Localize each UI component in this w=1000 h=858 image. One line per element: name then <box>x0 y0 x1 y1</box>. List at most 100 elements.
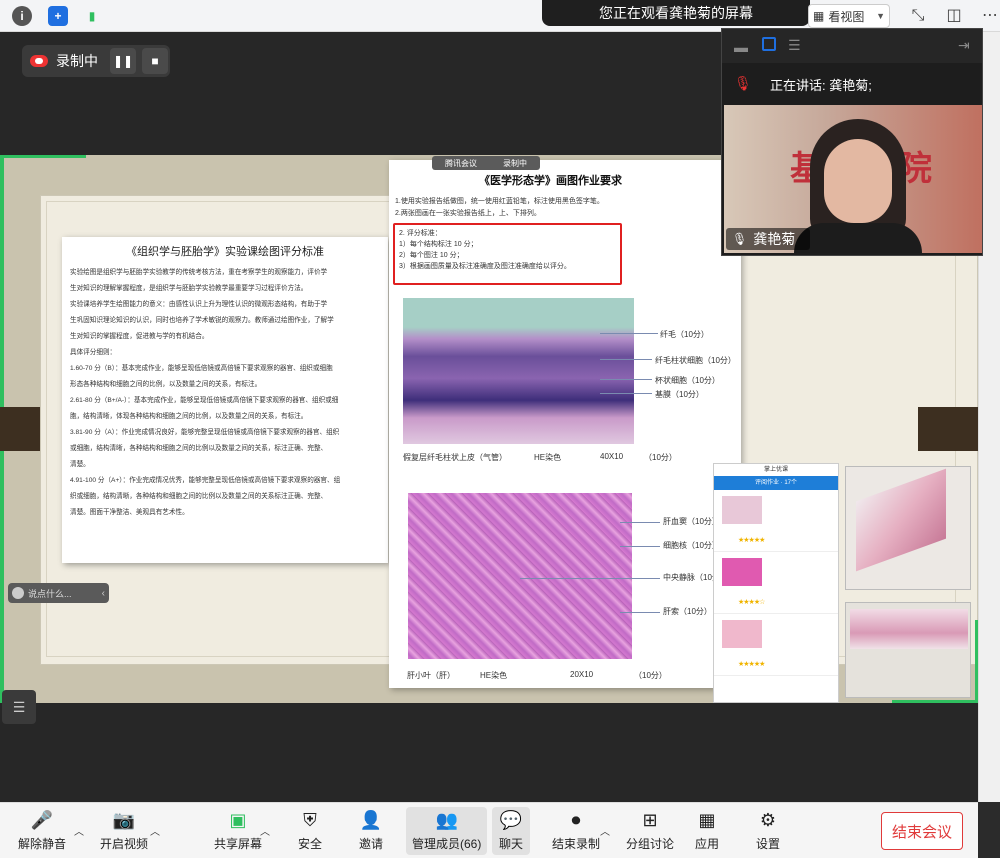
chat-input[interactable]: 说点什么... ‹ <box>8 583 109 603</box>
chevron-up-icon[interactable]: ︿ <box>260 823 270 838</box>
video-label: 开启视频 <box>100 837 149 851</box>
invite-button[interactable]: 👤 邀请 <box>358 807 384 855</box>
video-panel-toolbar: ▬ ☰ ⇥ <box>722 29 982 63</box>
shield-icon: ⛨ <box>303 809 317 830</box>
unmute-button[interactable]: 🎤 解除静音 <box>18 807 66 855</box>
leader-line <box>600 359 652 360</box>
members-icon: 👥 <box>435 809 458 830</box>
label-basement-membrane: 基膜（10分） <box>655 390 704 399</box>
add-user-icon: 👤 <box>359 809 383 830</box>
video-off-icon: 📷 <box>112 809 136 830</box>
chevron-up-icon[interactable]: ︿ <box>74 823 84 838</box>
chevron-up-icon[interactable]: ︿ <box>600 823 610 838</box>
rating-stars: ★★★★★ <box>738 661 765 668</box>
document-line: 或细胞，结构清晰，各种结构和细胞之间的比例以及数量之间的关系，标注正确、完整、 <box>70 445 328 452</box>
stop-recording-button[interactable]: ■ <box>142 48 168 74</box>
drawing-tissue <box>850 609 968 649</box>
submission-card: ★★★★☆ <box>714 552 838 614</box>
info-icon[interactable]: i <box>12 6 32 26</box>
share-screen-button[interactable]: ▣ 共享屏幕 <box>214 807 262 855</box>
score-line: 3）根据画图质量及标注准确度及图注准确度给以评分。 <box>399 263 571 270</box>
caption-2-mag: 20X10 <box>570 670 594 679</box>
stop-record-icon: ⏺ <box>571 809 581 830</box>
minimize-icon[interactable]: ▬ <box>734 39 748 55</box>
slide-tab-right <box>918 407 978 451</box>
submission-card: ★★★★★ <box>714 490 838 552</box>
emoji-icon[interactable] <box>12 587 24 599</box>
breakout-label: 分组讨论 <box>626 837 675 851</box>
liver-micrograph <box>408 493 632 659</box>
cloud-record-icon <box>30 55 48 67</box>
recording-indicator: 录制中 ❚❚ ■ <box>22 45 170 77</box>
rating-stars: ★★★★☆ <box>738 599 765 606</box>
breakout-icon: ⊞ <box>642 809 658 830</box>
chat-button[interactable]: 💬 聊天 <box>492 807 530 855</box>
apps-icon: ▦ <box>698 809 716 830</box>
score-line: 2）每个图注 10 分； <box>399 252 464 259</box>
chevron-up-icon[interactable]: ︿ <box>150 823 160 838</box>
exit-fullscreen-icon[interactable]: ⤡ <box>908 6 928 26</box>
settings-label: 设置 <box>755 837 780 851</box>
recording-label: 录制中 <box>56 53 98 69</box>
grading-standard-document: 《组织学与胚胎学》实验课绘图评分标准 实验绘图是组织学与胚胎学实验教学的传统考核… <box>62 237 388 563</box>
document-body: 实验绘图是组织学与胚胎学实验教学的传统考核方法，重在考察学生的观察能力，评价学生… <box>70 265 380 521</box>
score-line: 2. 评分标准： <box>399 230 442 237</box>
document-line: 织或细胞，结构清晰，各种结构和细胞之间的比例以及数量之间的关系标注正确、完整、 <box>70 493 328 500</box>
signal-icon[interactable]: ▮ <box>82 6 102 26</box>
shield-icon[interactable]: + <box>48 6 68 26</box>
leader-line <box>620 546 660 547</box>
list-view-icon[interactable]: ☰ <box>788 37 801 54</box>
breakout-rooms-button[interactable]: ⊞ 分组讨论 <box>626 807 674 855</box>
collapse-icon[interactable]: ‹ <box>102 588 105 599</box>
assignment-heading: 《医学形态学》画图作业要求 <box>479 175 622 187</box>
sidebar-toggle-icon[interactable]: ◫ <box>944 6 964 26</box>
app-title: 掌上优课 <box>763 467 788 473</box>
leader-line <box>600 379 652 380</box>
chat-placeholder: 说点什么... <box>28 588 72 599</box>
submission-thumbnail <box>722 620 762 648</box>
view-mode-label: 看视图 <box>828 9 865 24</box>
share-screen-icon: ▣ <box>229 809 247 830</box>
requirement-2: 2.两张图画在一张实验报告纸上，上、下排列。 <box>395 210 541 217</box>
document-line: 4.91-100 分（A+）：作业完成情况优秀，能够完整呈现低倍镜或高倍镜下要求… <box>70 477 341 484</box>
scoring-highlight-box: 2. 评分标准： 1）每个结构标注 10 分； 2）每个图注 10 分； 3）根… <box>393 223 622 285</box>
meeting-toolbar: 🎤 解除静音 ︿ 📷 开启视频 ︿ ▣ 共享屏幕 ︿ ⛨ 安全 👤 邀请 👥 管… <box>0 802 978 858</box>
leader-line <box>600 393 652 394</box>
security-button[interactable]: ⛨ 安全 <box>297 807 323 855</box>
student-drawing-photo <box>845 466 971 590</box>
start-video-button[interactable]: 📷 开启视频 <box>100 807 148 855</box>
submission-thumbnail <box>722 496 762 524</box>
participant-name: 龚艳菊 <box>753 231 796 247</box>
view-mode-dropdown[interactable]: ▦ 看视图 ▼ <box>808 4 890 28</box>
document-line: 形态各种结构和细胞之间的比例，以及数量之间的关系，有标注。 <box>70 381 262 388</box>
end-meeting-button[interactable]: 结束会议 <box>881 812 963 850</box>
stop-recording-toolbar-button[interactable]: ⏺ 结束录制 <box>552 807 600 855</box>
pause-recording-button[interactable]: ❚❚ <box>110 48 136 74</box>
document-line: 实验课培养学生绘图能力的意义：由感性认识上升为理性认识的微观形态结构，有助于学 <box>70 301 328 308</box>
document-line: 生对知识的理解掌握程度，是组织学与胚胎学实验教学最重要学习过程评价方法。 <box>70 285 308 292</box>
label-ciliated-cell: 纤毛柱状细胞（10分） <box>655 356 736 365</box>
speaker-view-icon[interactable] <box>762 37 776 51</box>
more-icon[interactable]: ⋯ <box>980 6 1000 26</box>
mic-muted-icon: 🎙 <box>734 75 752 91</box>
apps-button[interactable]: ▦ 应用 <box>694 807 720 855</box>
meeting-app-label: 腾讯会议 <box>445 158 477 168</box>
app-header: 评阅作业 · 17个 <box>714 476 838 490</box>
label-sinusoid: 肝血窦（10分） <box>663 517 720 526</box>
document-line: 3.81-90 分（A）：作业完成情况良好，能够完整呈现低倍镜或高倍镜下要求观察… <box>70 429 340 436</box>
speaker-body <box>794 223 922 253</box>
manage-members-button[interactable]: 👥 管理成员(66) <box>406 807 488 855</box>
list-icon[interactable]: ☰ <box>2 690 36 724</box>
mic-off-icon: 🎤 <box>30 809 54 830</box>
document-line: 具体评分细则： <box>70 349 117 356</box>
caption-1-name: 假复层纤毛柱状上皮（气管） <box>403 453 507 462</box>
collapse-panel-icon[interactable]: ⇥ <box>958 37 970 54</box>
leader-line <box>620 522 660 523</box>
video-panel: ▬ ☰ ⇥ 正在讲话: 龚艳菊; 🎙 基 院 <box>721 28 983 256</box>
settings-button[interactable]: ⚙ 设置 <box>755 807 781 855</box>
student-drawing-photo <box>845 602 971 698</box>
label-nucleus: 细胞核（10分） <box>663 541 720 550</box>
leader-line <box>520 578 660 579</box>
document-line: 清楚。图面干净整洁、美观具有艺术性。 <box>70 509 189 516</box>
chat-label: 聊天 <box>498 837 523 851</box>
